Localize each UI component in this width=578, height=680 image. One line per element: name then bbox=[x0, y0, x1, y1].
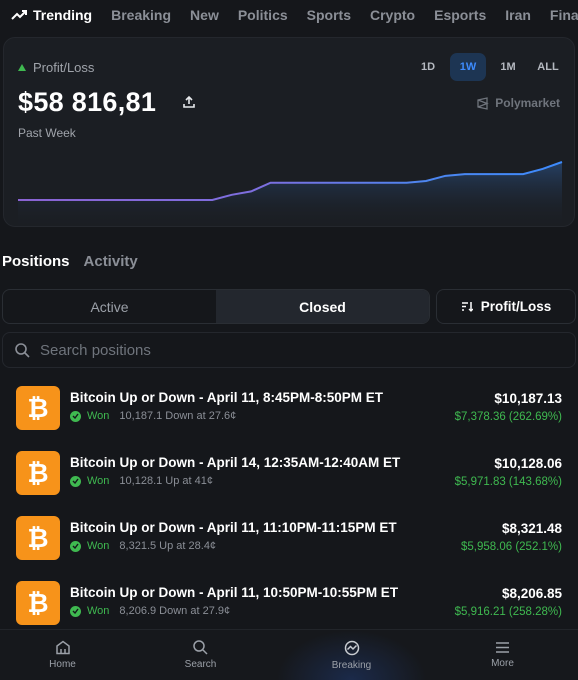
position-value: $8,321.48 bbox=[501, 521, 562, 536]
check-circle-icon bbox=[70, 540, 81, 552]
sort-label: Profit/Loss bbox=[480, 299, 552, 314]
breaking-icon bbox=[344, 640, 359, 655]
status-label: Won bbox=[87, 410, 110, 422]
home-icon bbox=[55, 640, 70, 655]
nav-new[interactable]: New bbox=[190, 7, 219, 23]
range-all[interactable]: ALL bbox=[530, 53, 566, 81]
status-segment: Active Closed bbox=[2, 289, 430, 324]
nav-trending-label: Trending bbox=[33, 7, 93, 23]
tab-activity[interactable]: Activity bbox=[84, 253, 138, 270]
sort-button[interactable]: Profit/Loss bbox=[436, 289, 576, 324]
check-circle-icon bbox=[70, 605, 81, 617]
search-icon bbox=[193, 640, 208, 655]
position-subtitle: Won 10,187.1 Down at 27.6¢ bbox=[70, 410, 236, 422]
bottom-nav: Home Search Breaking More bbox=[0, 629, 578, 680]
list-item[interactable]: ₿ Bitcoin Up or Down - April 11, 11:10PM… bbox=[0, 506, 578, 571]
nav-iran[interactable]: Iran bbox=[505, 7, 531, 23]
up-triangle-icon bbox=[18, 64, 26, 71]
position-title: Bitcoin Up or Down - April 11, 11:10PM-1… bbox=[70, 520, 397, 535]
position-detail: 10,128.1 Up at 41¢ bbox=[119, 475, 213, 487]
profit-loss-card: Profit/Loss $58 816,81 Past Week 1D 1W 1… bbox=[3, 37, 575, 227]
bitcoin-icon: ₿ bbox=[16, 581, 60, 625]
position-detail: 8,321.5 Up at 28.4¢ bbox=[119, 540, 217, 552]
position-detail: 10,187.1 Down at 27.6¢ bbox=[119, 410, 237, 422]
position-value: $10,128.06 bbox=[494, 456, 562, 471]
range-1w[interactable]: 1W bbox=[450, 53, 486, 81]
bottom-nav-home[interactable]: Home bbox=[0, 630, 125, 680]
menu-icon bbox=[496, 642, 509, 653]
bottom-nav-search[interactable]: Search bbox=[125, 630, 276, 680]
nav-finance[interactable]: Finance bbox=[550, 7, 578, 23]
profit-loss-text: Profit/Loss bbox=[33, 60, 95, 75]
search-icon bbox=[15, 342, 30, 358]
position-title: Bitcoin Up or Down - April 14, 12:35AM-1… bbox=[70, 455, 401, 470]
position-pnl: $7,378.36 (262.69%) bbox=[454, 411, 562, 423]
share-icon[interactable] bbox=[182, 95, 196, 114]
bottom-nav-more-label: More bbox=[491, 658, 514, 669]
tab-positions[interactable]: Positions bbox=[2, 253, 70, 270]
bottom-nav-breaking[interactable]: Breaking bbox=[276, 630, 427, 680]
profit-loss-chart bbox=[18, 161, 563, 226]
profit-loss-label: Profit/Loss bbox=[18, 60, 94, 75]
polymarket-label: Polymarket bbox=[495, 96, 560, 110]
position-subtitle: Won 8,206.9 Down at 27.9¢ bbox=[70, 605, 230, 617]
check-circle-icon bbox=[70, 410, 81, 422]
nav-esports[interactable]: Esports bbox=[434, 7, 486, 23]
nav-trending[interactable]: Trending bbox=[11, 7, 92, 23]
bitcoin-icon: ₿ bbox=[16, 516, 60, 560]
position-value: $8,206.85 bbox=[501, 586, 562, 601]
nav-breaking[interactable]: Breaking bbox=[111, 7, 171, 23]
positions-tabs: Positions Activity bbox=[2, 253, 138, 270]
positions-list: ₿ Bitcoin Up or Down - April 11, 8:45PM-… bbox=[0, 376, 578, 630]
position-pnl: $5,916.21 (258.28%) bbox=[454, 606, 562, 618]
nav-sports[interactable]: Sports bbox=[307, 7, 351, 23]
trending-icon bbox=[11, 10, 27, 20]
position-pnl: $5,958.06 (252.1%) bbox=[460, 541, 562, 553]
search-input[interactable] bbox=[40, 341, 540, 359]
segment-active[interactable]: Active bbox=[3, 290, 216, 323]
profit-loss-amount: $58 816,81 bbox=[18, 87, 157, 117]
position-detail: 8,206.9 Down at 27.9¢ bbox=[119, 605, 231, 617]
position-subtitle: Won 8,321.5 Up at 28.4¢ bbox=[70, 540, 216, 552]
period-label: Past Week bbox=[18, 126, 76, 140]
nav-crypto[interactable]: Crypto bbox=[370, 7, 415, 23]
position-subtitle: Won 10,128.1 Up at 41¢ bbox=[70, 475, 213, 487]
position-pnl: $5,971.83 (143.68%) bbox=[454, 476, 562, 488]
bottom-nav-home-label: Home bbox=[49, 659, 76, 670]
chart-area bbox=[18, 162, 562, 226]
sort-icon bbox=[461, 302, 473, 312]
nav-politics[interactable]: Politics bbox=[238, 7, 288, 23]
polymarket-brand: Polymarket bbox=[477, 96, 560, 110]
status-label: Won bbox=[87, 475, 110, 487]
list-item[interactable]: ₿ Bitcoin Up or Down - April 11, 8:45PM-… bbox=[0, 376, 578, 441]
category-nav: Trending Breaking New Politics Sports Cr… bbox=[0, 0, 578, 30]
position-value: $10,187.13 bbox=[494, 391, 562, 406]
range-1d[interactable]: 1D bbox=[410, 53, 446, 81]
position-title: Bitcoin Up or Down - April 11, 8:45PM-8:… bbox=[70, 390, 384, 405]
list-item[interactable]: ₿ Bitcoin Up or Down - April 14, 12:35AM… bbox=[0, 441, 578, 506]
status-label: Won bbox=[87, 540, 110, 552]
bitcoin-icon: ₿ bbox=[16, 451, 60, 495]
range-1m[interactable]: 1M bbox=[490, 53, 526, 81]
segment-closed[interactable]: Closed bbox=[216, 290, 429, 323]
position-title: Bitcoin Up or Down - April 11, 10:50PM-1… bbox=[70, 585, 399, 600]
status-label: Won bbox=[87, 605, 110, 617]
bitcoin-icon: ₿ bbox=[16, 386, 60, 430]
check-circle-icon bbox=[70, 475, 81, 487]
bottom-nav-more[interactable]: More bbox=[427, 630, 578, 680]
bottom-nav-breaking-label: Breaking bbox=[331, 659, 372, 671]
bottom-nav-search-label: Search bbox=[184, 659, 217, 670]
range-selector: 1D 1W 1M ALL bbox=[410, 53, 566, 81]
list-item[interactable]: ₿ Bitcoin Up or Down - April 11, 10:50PM… bbox=[0, 571, 578, 630]
search-bar bbox=[2, 332, 576, 368]
polymarket-logo-icon bbox=[477, 96, 490, 110]
